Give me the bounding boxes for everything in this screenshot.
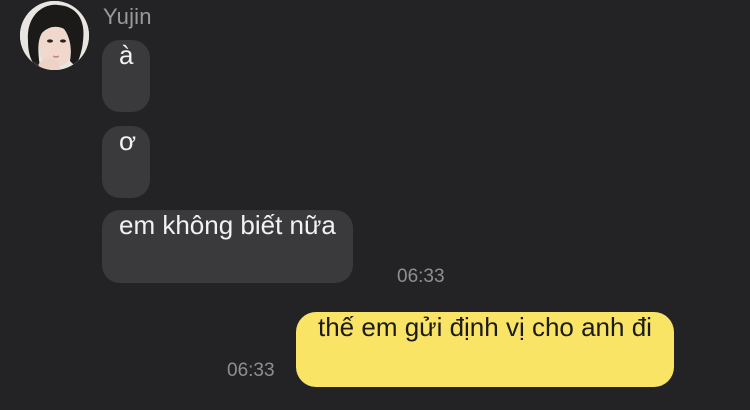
message-timestamp: 06:33: [227, 360, 275, 381]
message-timestamp: 06:33: [397, 266, 445, 287]
sender-name: Yujin: [103, 4, 152, 29]
message-bubble-incoming[interactable]: em không biết nữa: [102, 210, 353, 283]
avatar-photo: [20, 1, 89, 70]
message-bubble-incoming[interactable]: ơ: [102, 126, 150, 198]
contact-avatar[interactable]: [20, 1, 89, 70]
message-bubble-outgoing[interactable]: thế em gửi định vị cho anh đi: [296, 312, 674, 387]
message-bubble-incoming[interactable]: à: [102, 40, 150, 112]
